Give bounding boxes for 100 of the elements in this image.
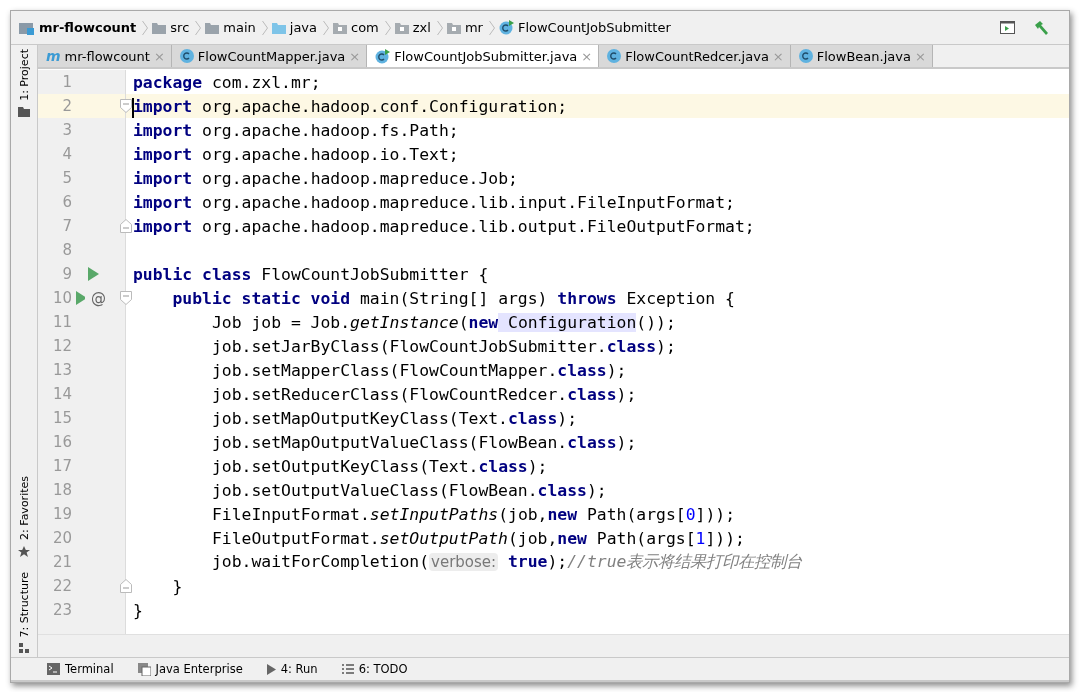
- code-line: import org.apache.hadoop.mapreduce.Job;: [132, 168, 518, 188]
- line-number: 12: [51, 337, 72, 355]
- breadcrumb[interactable]: com: [351, 20, 379, 35]
- class-icon: [179, 49, 194, 63]
- line-number: 10: [51, 289, 72, 307]
- breadcrumb[interactable]: main: [223, 20, 256, 35]
- hammer-icon[interactable]: [1033, 19, 1049, 36]
- breadcrumb[interactable]: mr-flowcount: [39, 20, 137, 35]
- structure-icon: [19, 643, 29, 653]
- line-number: 3: [61, 121, 72, 139]
- code-line: import org.apache.hadoop.conf.Configuration;: [131, 96, 568, 116]
- folder-icon: [271, 21, 286, 34]
- code-line: Job job = Job.getInstance(new Configuration());: [210, 312, 676, 332]
- editor-tab[interactable]: FlowCountRedcer.java ×: [599, 45, 791, 67]
- line-number: 19: [51, 505, 72, 523]
- line-number: 6: [61, 193, 72, 211]
- folder-icon: [205, 21, 220, 34]
- chevron-icon: [323, 19, 329, 36]
- tab-label: mr-flowcount: [64, 48, 150, 64]
- breadcrumb[interactable]: src: [170, 20, 190, 35]
- code-line: }: [132, 600, 143, 620]
- list-icon: [341, 664, 354, 674]
- run-icon[interactable]: [88, 267, 99, 281]
- code-line: import org.apache.hadoop.mapreduce.lib.input.FileInputFormat;: [132, 192, 735, 212]
- maven-icon: m: [46, 48, 61, 64]
- line-number: 14: [51, 385, 72, 403]
- fold-icon[interactable]: [120, 291, 132, 305]
- code-line: job.setReducerClass(FlowCountRedcer.class);: [210, 384, 637, 404]
- line-number: 17: [51, 457, 72, 475]
- code-line: public static void main(String[] args) throws Exception {: [171, 288, 735, 308]
- tab-label: FlowCountRedcer.java: [625, 48, 769, 64]
- chevron-icon: [488, 19, 495, 36]
- code-line: job.setOutputValueClass(FlowBean.class);: [210, 480, 607, 500]
- breadcrumb[interactable]: zxl: [412, 20, 431, 35]
- line-number: 22: [51, 577, 72, 595]
- chevron-icon: [142, 19, 149, 36]
- editor-tab[interactable]: FlowCountJobSubmitter.java ×: [367, 45, 600, 67]
- tab-label: FlowCountJobSubmitter.java: [394, 48, 578, 64]
- class-icon: [498, 20, 514, 35]
- fold-icon[interactable]: [120, 99, 132, 113]
- chevron-icon: [436, 19, 443, 36]
- line-number: 11: [51, 313, 72, 331]
- code-line: FileOutputFormat.setOutputPath(job,new Path(args[1]));: [210, 528, 745, 548]
- folder-icon: [152, 21, 167, 34]
- tool-window-button[interactable]: 7: Structure: [17, 571, 31, 637]
- tool-window-button[interactable]: 6: TODO: [358, 662, 408, 676]
- play-icon: [266, 663, 276, 675]
- code-line: import org.apache.hadoop.mapreduce.lib.output.FileOutputFormat;: [132, 216, 755, 236]
- line-number: 23: [51, 601, 72, 619]
- tab-label: FlowBean.java: [816, 48, 911, 64]
- tool-window-button[interactable]: 1: Project: [17, 49, 31, 101]
- package-folder-icon: [333, 21, 347, 34]
- line-number: 5: [61, 169, 72, 187]
- fold-icon[interactable]: [120, 579, 132, 593]
- code-line: job.waitForCompletion(verbose: true);//true表示将结果打印在控制台: [210, 551, 803, 573]
- star-icon: [18, 545, 30, 558]
- folder-icon: [18, 106, 30, 117]
- code-line: }: [171, 576, 183, 596]
- line-number: 15: [51, 409, 72, 427]
- line-number: 4: [61, 145, 72, 163]
- run-window-icon[interactable]: [1000, 21, 1015, 34]
- tool-window-button[interactable]: 2: Favorites: [17, 475, 31, 540]
- line-number: 1: [61, 73, 72, 91]
- module-icon: [19, 20, 35, 35]
- line-number: 18: [51, 481, 72, 499]
- chevron-icon: [384, 19, 391, 36]
- code-line: import org.apache.hadoop.fs.Path;: [132, 120, 459, 140]
- tool-window-button[interactable]: 4: Run: [280, 662, 318, 676]
- tab-label: FlowCountMapper.java: [197, 48, 346, 64]
- tool-window-button[interactable]: Java Enterprise: [155, 662, 243, 676]
- package-folder-icon: [446, 21, 461, 34]
- class-icon: [607, 49, 622, 63]
- breadcrumb[interactable]: mr: [464, 20, 483, 35]
- enterprise-icon: [137, 662, 151, 676]
- code-line: import org.apache.hadoop.io.Text;: [132, 144, 459, 164]
- run-icon[interactable]: [76, 291, 85, 305]
- editor-tab[interactable]: m mr-flowcount ×: [38, 45, 172, 67]
- package-folder-icon: [394, 21, 409, 34]
- code-line: job.setMapperClass(FlowCountMapper.class);: [210, 360, 627, 380]
- breadcrumb[interactable]: FlowCountJobSubmitter: [517, 20, 671, 35]
- class-icon: [375, 48, 391, 64]
- code-line: FileInputFormat.setInputPaths(job,new Path(args[0]));: [210, 504, 735, 524]
- line-number: 13: [51, 361, 72, 379]
- line-number: 2: [61, 97, 72, 115]
- line-number: 20: [51, 529, 72, 547]
- code-line: public class FlowCountJobSubmitter {: [132, 264, 489, 284]
- annotation-mark[interactable]: @: [91, 289, 106, 307]
- code-line: job.setMapOutputKeyClass(Text.class);: [210, 408, 578, 428]
- code-line: job.setMapOutputValueClass(FlowBean.class);: [210, 432, 637, 452]
- editor-tab[interactable]: FlowBean.java ×: [790, 45, 933, 67]
- code-line: job.setJarByClass(FlowCountJobSubmitter.class);: [210, 336, 676, 356]
- tool-window-button[interactable]: Terminal: [65, 662, 114, 676]
- breadcrumb[interactable]: java: [289, 20, 317, 35]
- terminal-icon: [47, 663, 60, 675]
- editor-tab[interactable]: FlowCountMapper.java ×: [171, 45, 368, 67]
- code-line: package com.zxl.mr;: [132, 72, 321, 92]
- line-number: 16: [51, 433, 72, 451]
- fold-icon[interactable]: [120, 219, 132, 233]
- line-number: 9: [61, 265, 72, 283]
- code-line: job.setOutputKeyClass(Text.class);: [210, 456, 548, 476]
